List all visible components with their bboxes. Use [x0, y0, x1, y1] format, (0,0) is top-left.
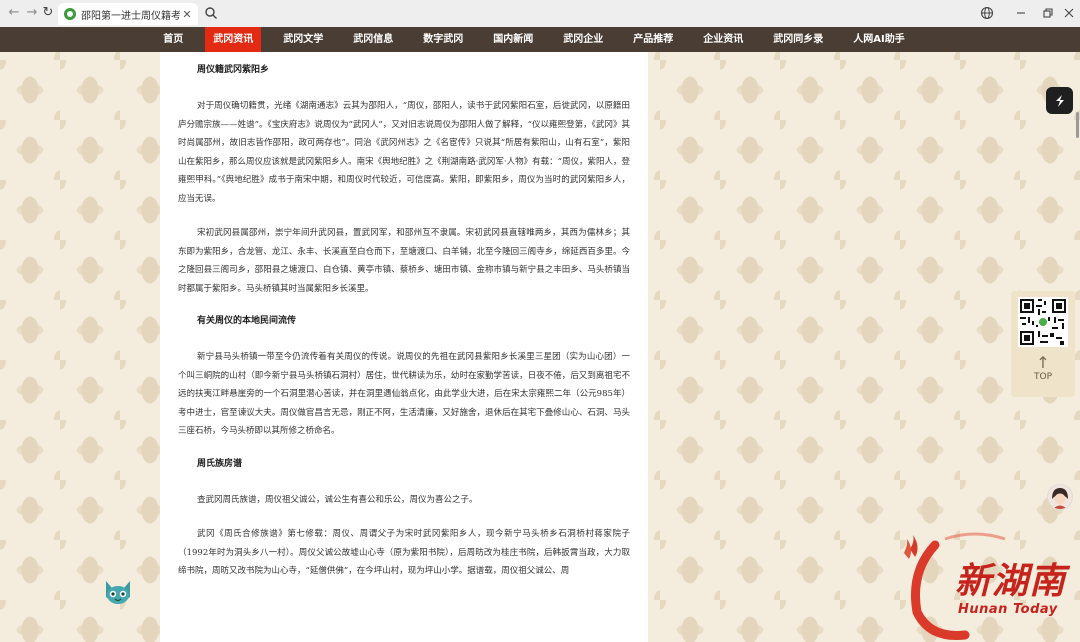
nav-item[interactable]: 国内新闻: [485, 27, 541, 52]
article-paragraph: 宋初武冈县属邵州，崇宁年间升武冈县，置武冈军，和邵州互不隶属。宋初武冈县直辖唯两…: [178, 228, 630, 294]
article-body: 周仪籍武冈紫阳乡对于周仪确切籍贯，光绪《湖南通志》云其为邵阳人，“周仪，邵阳人，…: [160, 52, 648, 642]
reload-icon[interactable]: ↻: [40, 5, 56, 21]
nav-item[interactable]: 企业资讯: [695, 27, 751, 52]
window-close-icon[interactable]: [1060, 5, 1078, 21]
restore-icon[interactable]: [1039, 5, 1057, 21]
article-paragraph: 新宁县马头桥镇一带至今仍流传着有关周仪的传说。说周仪的先祖在武冈县紫阳乡长溪里三…: [178, 352, 630, 436]
qr-code-icon: [1018, 297, 1068, 347]
assistant-avatar[interactable]: [1047, 484, 1073, 510]
top-label: TOP: [1033, 372, 1052, 382]
article-paragraph: 武冈《周氏合修族谱》第七修载：周仪、周谓父子为宋时武冈紫阳乡人，现今新宁马头桥乡…: [178, 529, 630, 576]
logo-english-name: Hunan Today: [958, 602, 1058, 617]
tab-title: 邵阳第一进士周仪籍考 ——邵: [81, 10, 180, 22]
tab-search-icon[interactable]: [204, 6, 218, 20]
nav-item[interactable]: 数字武冈: [415, 27, 471, 52]
nav-item[interactable]: 武冈同乡录: [765, 27, 831, 52]
article-paragraph: 对于周仪确切籍贯，光绪《湖南通志》云其为邵阳人，“周仪，邵阳人，读书于武冈紫阳石…: [178, 101, 630, 204]
back-to-top-button[interactable]: ↑ TOP: [1011, 355, 1075, 395]
nav-item[interactable]: 武冈企业: [555, 27, 611, 52]
cat-mascot-icon[interactable]: [101, 577, 135, 609]
nav-item[interactable]: 产品推荐: [625, 27, 681, 52]
nav-item[interactable]: 武冈资讯: [205, 27, 262, 52]
nav-item[interactable]: 武冈信息: [345, 27, 401, 52]
forward-icon[interactable]: →: [24, 5, 40, 21]
article-paragraph: 查武冈周氏族谱，周仪祖父诚公，诚公生有喜公和乐公，周仪为喜公之子。: [197, 494, 478, 505]
nav-item[interactable]: 武冈文学: [275, 27, 331, 52]
section-heading: 周仪籍武冈紫阳乡: [197, 65, 270, 75]
site-nav-bar: 首页 武冈资讯 武冈文学 武冈信息 数字武冈 国内新闻 武冈企业 产品推荐 企业资讯 武冈同乡录人…: [0, 27, 1080, 52]
tab-close-icon[interactable]: ✕: [180, 8, 194, 21]
browser-toolbar: ← → ↻ 邵阳第一进士周仪籍考 ——邵 ✕: [0, 0, 1080, 28]
qr-panel: ↑ TOP: [1011, 291, 1075, 397]
section-heading: 有关周仪的本地民间流传: [197, 316, 297, 326]
article-content: 周仪籍武冈紫阳乡对于周仪确切籍贯，光绪《湖南通志》云其为邵阳人，“周仪，邵阳人，…: [160, 52, 648, 581]
browser-tab[interactable]: 邵阳第一进士周仪籍考 ——邵 ✕: [58, 3, 198, 25]
section-heading: 周氏族房谱: [197, 458, 243, 469]
arrow-up-icon: ↑: [1036, 353, 1050, 372]
app-badge-icon[interactable]: [1046, 87, 1073, 114]
nav-item[interactable]: 人网AI助手: [845, 27, 912, 52]
back-icon[interactable]: ←: [6, 5, 22, 21]
globe-icon[interactable]: [978, 5, 996, 21]
site-favicon-icon: [64, 8, 76, 20]
nav-item[interactable]: 首页: [155, 27, 191, 52]
nav-items: 首页 武冈资讯 武冈文学 武冈信息 数字武冈 国内新闻 武冈企业 产品推荐 企业资讯 武冈同乡录人…: [148, 27, 919, 52]
minimize-icon[interactable]: [1012, 5, 1030, 21]
scrollbar-thumb[interactable]: [1076, 112, 1079, 138]
logo-chinese-name: 新湖南: [955, 560, 1067, 602]
